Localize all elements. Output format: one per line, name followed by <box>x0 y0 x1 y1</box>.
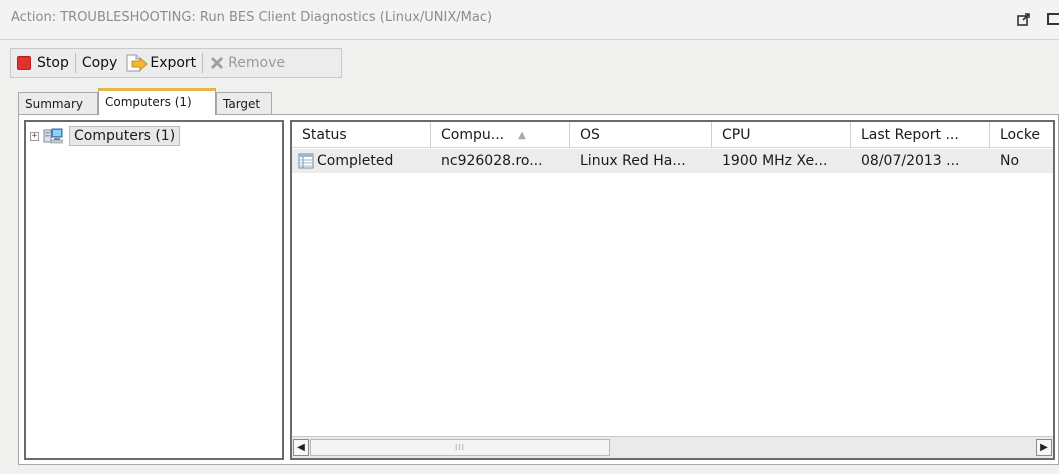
column-header-status[interactable]: Status <box>292 122 431 148</box>
tab-computers-label: Computers (1) <box>105 95 192 109</box>
computer-name: nc926028.ro... <box>441 153 543 169</box>
tab-summary-label: Summary <box>25 96 83 111</box>
column-header-locked[interactable]: Locke <box>990 122 1053 148</box>
column-status-label: Status <box>302 127 347 143</box>
export-icon <box>126 54 148 72</box>
undock-icon[interactable] <box>1017 12 1031 26</box>
tab-target-label: Target <box>223 96 261 111</box>
horizontal-scrollbar[interactable]: ◀ III ▶ <box>292 436 1053 458</box>
column-os-label: OS <box>580 127 600 143</box>
sort-ascending-icon: ▲ <box>518 129 526 141</box>
column-last-report-label: Last Report ... <box>861 127 959 143</box>
table-header: Status Compu... ▲ OS CPU Last Report ...… <box>292 122 1053 148</box>
tab-summary[interactable]: Summary <box>18 92 98 114</box>
expand-icon[interactable]: + <box>30 131 39 141</box>
scroll-thumb[interactable]: III <box>310 439 610 456</box>
computer-tree: + Computers (1) <box>24 120 284 460</box>
scroll-right-arrow-icon[interactable]: ▶ <box>1036 439 1052 456</box>
column-cpu-label: CPU <box>722 127 751 143</box>
column-locked-label: Locke <box>1000 127 1041 143</box>
cell-status: Completed <box>292 149 431 173</box>
column-computer-label: Compu... <box>441 127 505 143</box>
cell-locked: No <box>990 149 1053 173</box>
stop-button[interactable]: Stop <box>11 49 75 77</box>
scroll-grip: III <box>454 443 466 452</box>
export-label: Export <box>150 55 197 71</box>
remove-button[interactable]: Remove <box>203 49 291 77</box>
completed-status-icon <box>298 153 314 169</box>
column-header-last-report[interactable]: Last Report ... <box>851 122 990 148</box>
export-button[interactable]: Export <box>123 49 202 77</box>
cell-computer: nc926028.ro... <box>431 149 570 173</box>
title-bar: Action: TROUBLESHOOTING: Run BES Client … <box>0 0 1059 40</box>
copy-button[interactable]: Copy <box>76 49 124 77</box>
cell-last-report: 08/07/2013 ... <box>851 149 990 173</box>
column-header-os[interactable]: OS <box>570 122 712 148</box>
table-row[interactable]: Completed nc926028.ro... Linux Red Ha...… <box>292 149 1053 173</box>
tree-node-computers[interactable]: + Computers (1) <box>30 126 181 146</box>
cell-os: Linux Red Ha... <box>570 149 712 173</box>
stop-icon <box>17 56 31 70</box>
cell-cpu: 1900 MHz Xe... <box>712 149 851 173</box>
copy-label: Copy <box>81 55 118 71</box>
stop-label: Stop <box>37 55 69 71</box>
locked-text: No <box>1000 153 1020 169</box>
window-controls <box>1009 12 1059 28</box>
computers-panel: + Computers (1) Status Compu... ▲ OS CPU… <box>18 114 1059 465</box>
remove-x-icon <box>211 57 224 69</box>
remove-label: Remove <box>228 55 285 71</box>
column-header-cpu[interactable]: CPU <box>712 122 851 148</box>
last-report-text: 08/07/2013 ... <box>861 153 960 169</box>
tab-computers[interactable]: Computers (1) <box>98 88 216 115</box>
tree-node-label: Computers (1) <box>69 126 181 146</box>
status-text: Completed <box>317 153 394 169</box>
os-text: Linux Red Ha... <box>580 153 686 169</box>
computers-table: Status Compu... ▲ OS CPU Last Report ...… <box>290 120 1055 460</box>
window-title: Action: TROUBLESHOOTING: Run BES Client … <box>11 10 493 25</box>
action-toolbar: Stop Copy Export Remove <box>10 48 342 78</box>
maximize-icon[interactable] <box>1047 13 1059 25</box>
scroll-left-arrow-icon[interactable]: ◀ <box>293 439 309 456</box>
tab-target[interactable]: Target <box>216 92 272 114</box>
column-header-computer[interactable]: Compu... ▲ <box>431 122 570 148</box>
computer-group-icon <box>43 128 63 144</box>
cpu-text: 1900 MHz Xe... <box>722 153 828 169</box>
